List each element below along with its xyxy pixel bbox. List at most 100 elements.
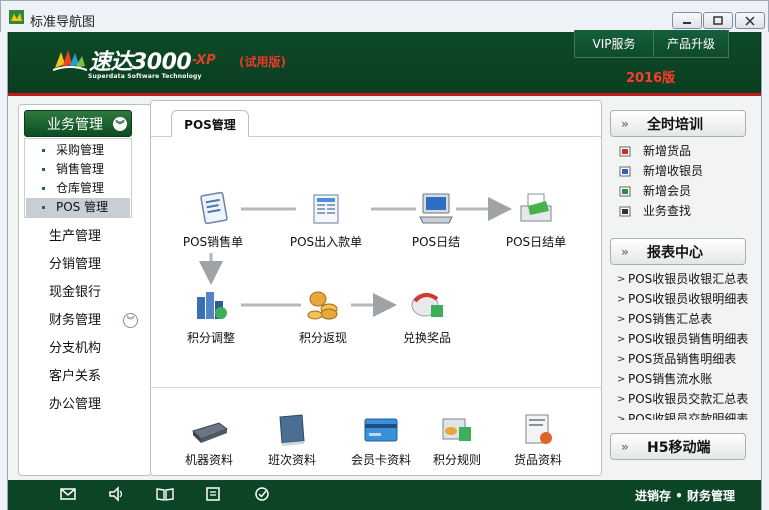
list-icon[interactable] bbox=[204, 486, 222, 502]
double-chevron-icon: » bbox=[621, 440, 629, 454]
logo-icon bbox=[53, 50, 87, 71]
report-label: POS收银员收银明细表 bbox=[628, 292, 749, 306]
shift-book-icon bbox=[279, 414, 305, 446]
category-label: 业务管理 bbox=[47, 116, 103, 133]
report-item[interactable]: > POS收银员收银汇总表 bbox=[618, 270, 758, 289]
report-label: POS收银员交款汇总表 bbox=[628, 392, 749, 406]
doc-blue-icon bbox=[619, 166, 631, 177]
report-label: POS收银员销售明细表 bbox=[628, 332, 749, 346]
report-item[interactable]: > POS销售汇总表 bbox=[618, 310, 758, 329]
submenu-item-pos[interactable]: POS 管理 bbox=[26, 198, 130, 217]
chevron-right-icon: > bbox=[618, 394, 626, 405]
restore-icon bbox=[713, 16, 723, 25]
submenu-label: 销售管理 bbox=[56, 162, 105, 176]
cash-doc-icon bbox=[313, 194, 339, 224]
member-card-icon bbox=[364, 418, 398, 442]
flow-label: 兑换奖品 bbox=[402, 331, 452, 345]
chevron-right-icon: > bbox=[618, 414, 626, 420]
double-chevron-icon: » bbox=[621, 245, 629, 259]
brand-subtitle: Superdata Software Technology bbox=[88, 73, 202, 80]
report-item[interactable]: > POS收银员交款明细表 bbox=[618, 410, 758, 420]
sidebar-item-finance[interactable]: 财务管理 bbox=[49, 311, 101, 331]
footer-text: 进销存 • 财务管理 bbox=[634, 489, 735, 503]
sidebar-item-production[interactable]: 生产管理 bbox=[49, 227, 101, 247]
report-item[interactable]: > POS货品销售明细表 bbox=[618, 350, 758, 369]
sidebar-item-office[interactable]: 办公管理 bbox=[49, 395, 101, 415]
restore-button[interactable] bbox=[703, 12, 733, 29]
vip-service-button[interactable]: VIP服务 bbox=[574, 30, 654, 58]
goods-icon bbox=[525, 414, 552, 444]
window-frame-left bbox=[0, 32, 8, 510]
bullet-icon bbox=[42, 168, 45, 171]
sidebar-item-cash-bank[interactable]: 现金银行 bbox=[49, 283, 101, 303]
mobile-header[interactable]: » H5移动端 bbox=[610, 433, 746, 460]
bullet-icon bbox=[42, 187, 45, 190]
flow-label: 积分调整 bbox=[186, 331, 236, 345]
close-button[interactable] bbox=[735, 12, 765, 29]
category-business-management[interactable]: 业务管理 ︾ bbox=[24, 110, 132, 137]
resource-label: 货品资料 bbox=[513, 453, 563, 467]
sales-doc-icon bbox=[200, 191, 228, 225]
bullet-icon bbox=[42, 206, 45, 209]
header-banner: 速达3000 -XP (试用版) Superdata Software Tech… bbox=[8, 30, 761, 96]
coins-icon bbox=[307, 291, 338, 320]
resource-label: 积分规则 bbox=[432, 453, 482, 467]
sidebar-item-branches[interactable]: 分支机构 bbox=[49, 339, 101, 359]
window-titlebar: 标准导航图 bbox=[0, 0, 769, 32]
reports-list: > POS收银员收银汇总表 > POS收银员收银明细表 > POS销售汇总表 > POS… bbox=[604, 263, 760, 420]
double-chevron-icon: » bbox=[621, 117, 629, 131]
mail-icon[interactable] bbox=[59, 486, 77, 502]
exchange-icon bbox=[411, 293, 443, 317]
mobile-title: H5移动端 bbox=[647, 439, 711, 456]
expand-chevron-icon[interactable]: ︾ bbox=[123, 313, 138, 328]
submenu-item-sales[interactable]: 销售管理 bbox=[26, 160, 130, 179]
chevron-right-icon: > bbox=[618, 314, 626, 325]
chevron-right-icon: > bbox=[618, 294, 626, 305]
sound-icon[interactable] bbox=[107, 486, 125, 502]
flow-label: POS出入款单 bbox=[289, 235, 363, 249]
check-icon[interactable] bbox=[253, 486, 271, 502]
footer-bar: 进销存 • 财务管理 bbox=[8, 480, 761, 510]
resource-label: 班次资料 bbox=[267, 453, 317, 467]
vip-service-label: VIP服务 bbox=[592, 37, 636, 51]
bullet-icon bbox=[42, 149, 45, 152]
submenu-label: POS 管理 bbox=[56, 200, 109, 214]
submenu: 采购管理 销售管理 仓库管理 POS 管理 bbox=[24, 138, 132, 218]
machine-icon bbox=[192, 422, 229, 443]
chevron-down-icon: ︾ bbox=[113, 117, 127, 131]
doc-dark-icon bbox=[619, 206, 631, 217]
training-label: 业务查找 bbox=[643, 204, 692, 218]
doc-red-icon bbox=[619, 146, 631, 157]
minimize-button[interactable] bbox=[672, 12, 702, 29]
doc-green-icon bbox=[619, 186, 631, 197]
sidebar-item-crm[interactable]: 客户关系 bbox=[49, 367, 101, 387]
window-frame-right bbox=[761, 32, 769, 510]
computer-icon bbox=[419, 193, 453, 224]
minimize-icon bbox=[683, 21, 691, 24]
training-label: 新增收银员 bbox=[643, 164, 704, 178]
main-area: 业务管理 ︾ 采购管理 销售管理 仓库管理 POS 管理 生产管理 分销管理 现… bbox=[8, 96, 761, 480]
product-upgrade-label: 产品升级 bbox=[666, 37, 715, 51]
close-icon bbox=[745, 15, 755, 26]
report-item[interactable]: > POS收银员收银明细表 bbox=[618, 290, 758, 309]
report-item[interactable]: > POS销售流水账 bbox=[618, 370, 758, 389]
rules-icon bbox=[442, 418, 471, 441]
training-header[interactable]: » 全时培训 bbox=[610, 110, 746, 137]
flow-label: POS日结 bbox=[411, 235, 461, 249]
report-label: POS收银员交款明细表 bbox=[628, 412, 749, 420]
report-item[interactable]: > POS收银员销售明细表 bbox=[618, 330, 758, 349]
book-icon[interactable] bbox=[156, 486, 174, 502]
chevron-right-icon: > bbox=[618, 274, 626, 285]
sidebar-item-distribution[interactable]: 分销管理 bbox=[49, 255, 101, 275]
report-item[interactable]: > POS收银员交款汇总表 bbox=[618, 390, 758, 409]
section-divider bbox=[151, 387, 601, 388]
pos-flow-panel: POS管理 POS销售单 POS出入款单 POS日结 POS日结单 积分调整 积… bbox=[150, 100, 602, 476]
resource-label: 机器资料 bbox=[184, 453, 234, 467]
reports-header[interactable]: » 报表中心 bbox=[610, 238, 746, 265]
product-upgrade-button[interactable]: 产品升级 bbox=[653, 30, 729, 58]
right-panel: » 全时培训 新增货品 新增收银员 新增会员 业务查找 » 报表中心 > POS收… bbox=[604, 100, 760, 476]
submenu-item-purchase[interactable]: 采购管理 bbox=[26, 141, 130, 160]
submenu-item-warehouse[interactable]: 仓库管理 bbox=[26, 179, 130, 198]
sidebar: 业务管理 ︾ 采购管理 销售管理 仓库管理 POS 管理 生产管理 分销管理 现… bbox=[18, 104, 152, 476]
printer-icon bbox=[520, 193, 552, 222]
